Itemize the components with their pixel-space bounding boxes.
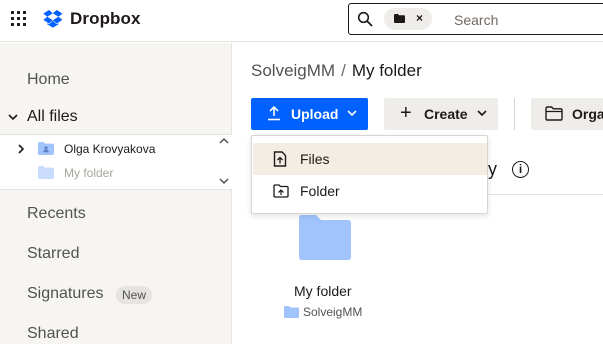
folder-name[interactable]: My folder <box>294 283 352 299</box>
breadcrumb-separator: / <box>341 61 346 80</box>
dropbox-logo-icon <box>43 10 63 28</box>
menu-item-label: Folder <box>300 183 340 199</box>
menu-item-label: Files <box>300 151 330 167</box>
new-badge: New <box>116 286 153 304</box>
top-bar: Dropbox × Search <box>0 0 603 42</box>
menu-item-files[interactable]: Files <box>253 143 487 175</box>
tree-item-my-folder[interactable]: My folder <box>0 163 232 185</box>
sidebar-item-label: All files <box>27 108 78 125</box>
upload-menu: Files Folder <box>251 135 488 214</box>
folder-icon <box>394 14 405 23</box>
close-icon[interactable]: × <box>414 12 425 24</box>
sidebar-item-signatures[interactable]: Signatures <box>27 285 104 303</box>
tree-item-olga-krovyakova[interactable]: Olga Krovyakova <box>0 139 232 161</box>
shared-folder-icon <box>38 142 54 155</box>
organize-button-label: Organize <box>572 106 603 122</box>
search-bar[interactable]: × Search <box>348 3 603 35</box>
chevron-up-icon[interactable] <box>219 137 229 145</box>
search-icon <box>357 11 373 27</box>
organize-button[interactable]: Organize <box>531 98 603 130</box>
chevron-right-icon[interactable] <box>17 144 25 154</box>
sidebar-item-recents[interactable]: Recents <box>27 205 86 223</box>
folder-tree: Olga Krovyakova My folder <box>0 134 232 190</box>
sidebar-item-all-files[interactable]: All files <box>0 107 232 131</box>
create-button-label: Create <box>424 106 468 122</box>
folder-upload-icon <box>273 184 289 198</box>
dropbox-logo[interactable]: Dropbox <box>42 9 141 29</box>
create-button[interactable]: + Create <box>384 98 498 130</box>
breadcrumb: SolveigMM / My folder <box>251 61 422 81</box>
menu-item-folder[interactable]: Folder <box>253 175 487 207</box>
chevron-down-icon[interactable] <box>219 177 229 185</box>
folder-organize-icon <box>545 106 563 121</box>
info-icon[interactable]: i <box>512 161 529 178</box>
chevron-down-icon <box>347 110 357 117</box>
upload-button-label: Upload <box>291 106 339 122</box>
sidebar-item-shared[interactable]: Shared <box>27 325 79 343</box>
file-upload-icon <box>273 151 287 167</box>
folder-location: SolveigMM <box>284 305 362 319</box>
search-input[interactable]: Search <box>454 12 498 28</box>
folder-location-label: SolveigMM <box>303 305 363 319</box>
chevron-down-icon <box>477 110 487 117</box>
sidebar: Home All files Olga Krovyakova My folder <box>0 43 232 344</box>
brand-name: Dropbox <box>70 9 141 28</box>
tree-item-label: My folder <box>64 166 114 180</box>
folder-icon[interactable] <box>299 215 351 260</box>
page-title: My folder <box>351 61 422 80</box>
chevron-down-icon[interactable] <box>7 111 19 123</box>
app-grid-icon[interactable] <box>11 11 27 27</box>
search-scope-chip[interactable]: × <box>384 8 432 30</box>
tree-item-label: Olga Krovyakova <box>64 142 156 156</box>
folder-icon <box>284 306 299 318</box>
toolbar-divider <box>514 98 515 130</box>
folder-icon <box>38 166 54 179</box>
upload-button[interactable]: Upload <box>251 98 368 130</box>
plus-icon: + <box>400 102 412 124</box>
breadcrumb-parent[interactable]: SolveigMM <box>251 61 335 80</box>
sidebar-item-starred[interactable]: Starred <box>27 245 79 263</box>
upload-icon <box>268 106 280 121</box>
sidebar-item-home[interactable]: Home <box>27 71 70 89</box>
